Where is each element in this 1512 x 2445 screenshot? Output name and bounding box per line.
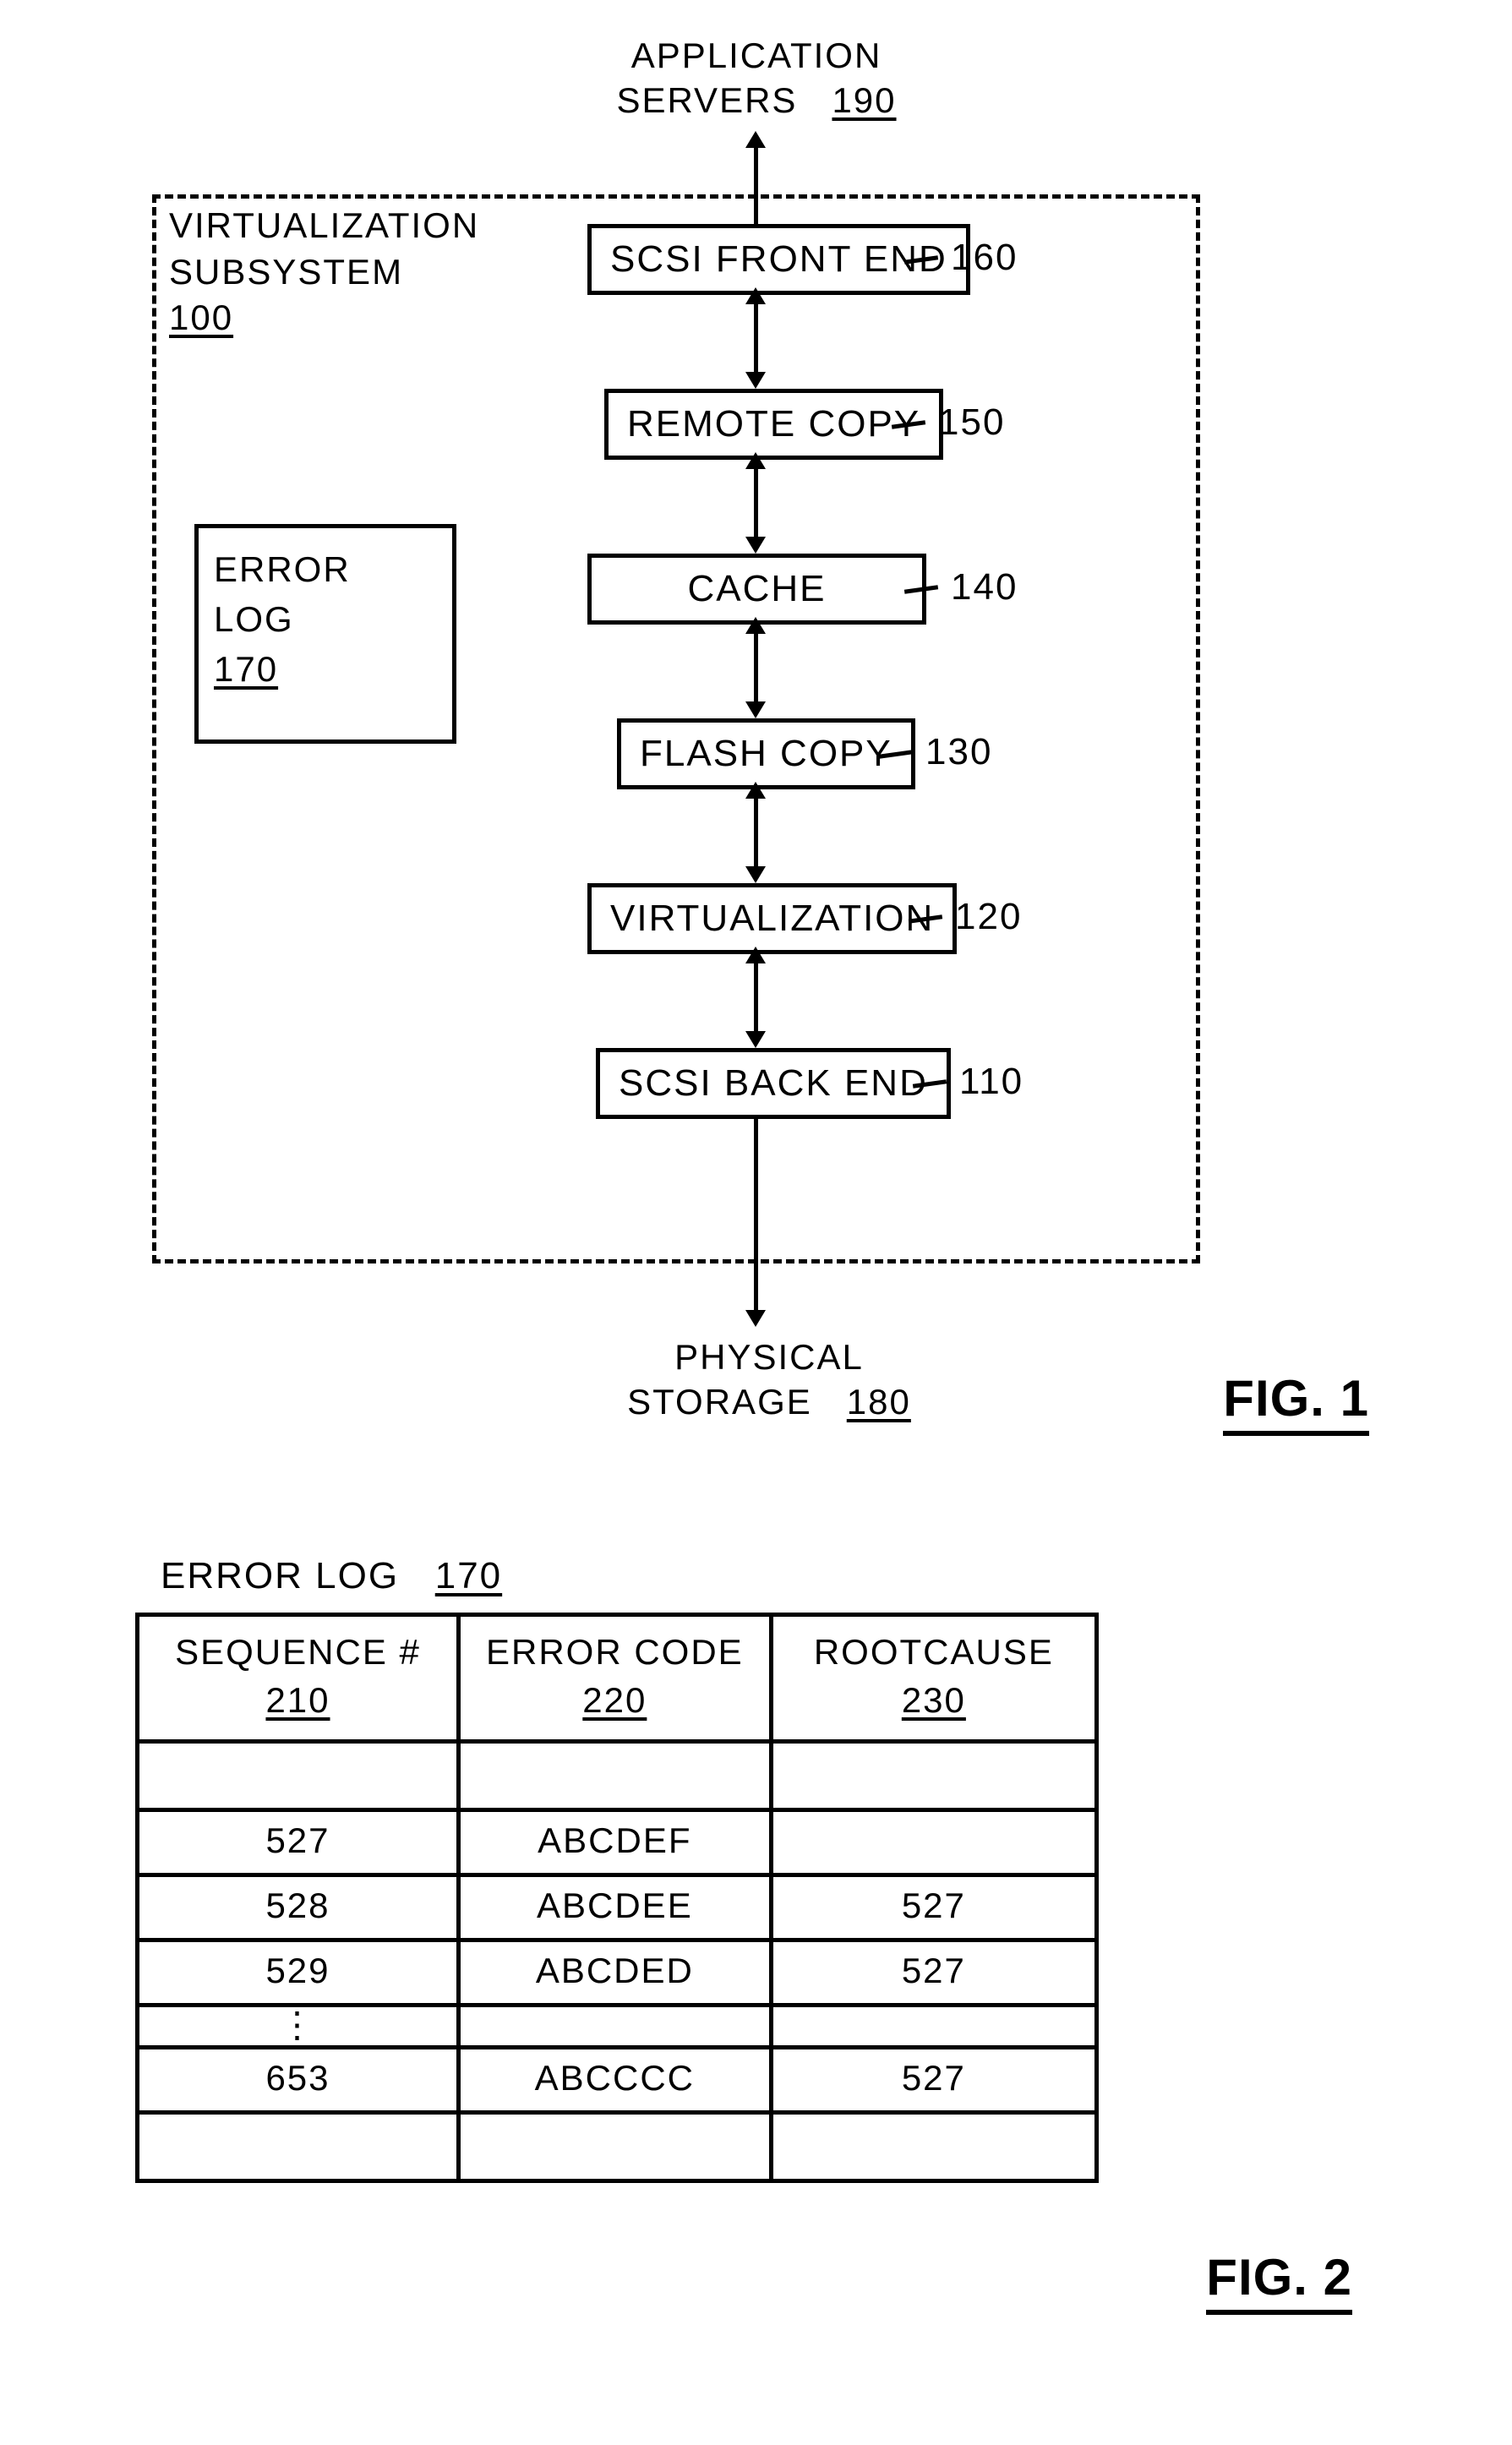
arrowhead-down-icon xyxy=(745,701,766,718)
block-virtualization: VIRTUALIZATION xyxy=(587,883,957,954)
error-log-title-text: ERROR LOG xyxy=(161,1555,399,1596)
connector xyxy=(754,1116,758,1318)
cell-seq: 527 xyxy=(138,1810,459,1875)
block-cache: CACHE xyxy=(587,554,926,625)
block-label: FLASH COPY xyxy=(640,733,892,774)
header-ref: 230 xyxy=(902,1680,966,1720)
physical-storage-label: PHYSICAL STORAGE 180 xyxy=(566,1335,972,1424)
error-log-ref: 170 xyxy=(214,649,278,689)
figure-1: APPLICATION SERVERS 190 VIRTUALIZATION S… xyxy=(118,34,1386,1471)
cell-root xyxy=(771,1742,1096,1810)
arrowhead-up-icon xyxy=(745,131,766,148)
cell-root xyxy=(771,2113,1096,2181)
block-ref: 110 xyxy=(959,1061,1023,1103)
cell-seq: 529 xyxy=(138,1940,459,2006)
cell-seq: 528 xyxy=(138,1875,459,1940)
header-error-code: ERROR CODE 220 xyxy=(458,1615,771,1742)
subsystem-ref: 100 xyxy=(169,297,233,337)
virtualization-subsystem-label: VIRTUALIZATION SUBSYSTEM 100 xyxy=(169,203,479,341)
header-label: ROOTCAUSE xyxy=(814,1632,1054,1672)
block-label: CACHE xyxy=(687,568,826,609)
arrowhead-down-icon xyxy=(745,1310,766,1327)
header-ref: 220 xyxy=(582,1680,647,1720)
arrowhead-down-icon xyxy=(745,537,766,554)
table-row: 653 ABCCCC 527 xyxy=(138,2048,1097,2113)
application-servers-label: APPLICATION SERVERS 190 xyxy=(587,34,925,123)
cell-seq xyxy=(138,2113,459,2181)
cell-seq-ellipsis: ⋮ xyxy=(138,2006,459,2048)
error-log-table: SEQUENCE # 210 ERROR CODE 220 ROOTCAUSE … xyxy=(135,1613,1099,2183)
cell-err: ABCDEE xyxy=(458,1875,771,1940)
table-row xyxy=(138,1742,1097,1810)
block-scsi-back-end: SCSI BACK END xyxy=(596,1048,951,1119)
phys-ref: 180 xyxy=(847,1382,911,1422)
block-ref: 120 xyxy=(955,896,1022,938)
figure-1-caption: FIG. 1 xyxy=(1223,1369,1369,1436)
block-flash-copy: FLASH COPY xyxy=(617,718,915,789)
block-ref: 130 xyxy=(925,731,992,773)
cell-err: ABCCCC xyxy=(458,2048,771,2113)
cell-root xyxy=(771,1810,1096,1875)
cell-err: ABCDED xyxy=(458,1940,771,2006)
error-log-label: ERROR LOG xyxy=(214,549,351,639)
cell-root: 527 xyxy=(771,1875,1096,1940)
table-row: 527 ABCDEF xyxy=(138,1810,1097,1875)
error-log-table-title: ERROR LOG 170 xyxy=(161,1555,1403,1597)
app-servers-line2: SERVERS xyxy=(616,80,797,120)
cell-err xyxy=(458,2006,771,2048)
connector xyxy=(754,456,758,549)
table-body: 527 ABCDEF 528 ABCDEE 527 529 ABCDED 527… xyxy=(138,1742,1097,2181)
table-row: ⋮ xyxy=(138,2006,1097,2048)
connector xyxy=(754,621,758,714)
figure-2: ERROR LOG 170 SEQUENCE # 210 ERROR CODE … xyxy=(135,1555,1403,2400)
block-ref: 150 xyxy=(938,401,1005,444)
cell-seq xyxy=(138,1742,459,1810)
block-ref: 140 xyxy=(951,566,1018,609)
table-row: 529 ABCDED 527 xyxy=(138,1940,1097,2006)
cell-root: 527 xyxy=(771,2048,1096,2113)
arrowhead-down-icon xyxy=(745,866,766,883)
app-servers-ref: 190 xyxy=(832,80,896,120)
table-row xyxy=(138,2113,1097,2181)
cell-seq: 653 xyxy=(138,2048,459,2113)
connector xyxy=(754,292,758,385)
arrowhead-down-icon xyxy=(745,372,766,389)
block-label: VIRTUALIZATION xyxy=(610,898,934,939)
subsystem-line1: VIRTUALIZATION xyxy=(169,205,479,245)
arrowhead-up-icon xyxy=(745,782,766,799)
connector xyxy=(754,786,758,879)
arrowhead-up-icon xyxy=(745,287,766,304)
cell-err xyxy=(458,2113,771,2181)
phys-line1: PHYSICAL xyxy=(674,1337,864,1377)
cell-err: ABCDEF xyxy=(458,1810,771,1875)
block-label: SCSI FRONT END xyxy=(610,238,947,280)
app-servers-line1: APPLICATION xyxy=(631,35,882,75)
arrowhead-down-icon xyxy=(745,1031,766,1048)
arrowhead-up-icon xyxy=(745,617,766,634)
header-label: ERROR CODE xyxy=(486,1632,744,1672)
error-log-title-ref: 170 xyxy=(435,1555,502,1596)
header-rootcause: ROOTCAUSE 230 xyxy=(771,1615,1096,1742)
connector xyxy=(754,135,758,224)
block-ref: 160 xyxy=(951,237,1018,279)
arrowhead-up-icon xyxy=(745,947,766,963)
phys-line2: STORAGE xyxy=(627,1382,812,1422)
block-label: SCSI BACK END xyxy=(619,1062,928,1104)
arrowhead-up-icon xyxy=(745,452,766,469)
figure-2-caption: FIG. 2 xyxy=(1206,2248,1352,2315)
cell-root xyxy=(771,2006,1096,2048)
cell-err xyxy=(458,1742,771,1810)
table-header-row: SEQUENCE # 210 ERROR CODE 220 ROOTCAUSE … xyxy=(138,1615,1097,1742)
header-sequence: SEQUENCE # 210 xyxy=(138,1615,459,1742)
header-ref: 210 xyxy=(265,1680,330,1720)
block-label: REMOTE COPY xyxy=(627,403,920,445)
error-log-box: ERROR LOG 170 xyxy=(194,524,456,744)
connector xyxy=(754,951,758,1044)
subsystem-line2: SUBSYSTEM xyxy=(169,252,403,292)
cell-root: 527 xyxy=(771,1940,1096,2006)
header-label: SEQUENCE # xyxy=(175,1632,421,1672)
table-row: 528 ABCDEE 527 xyxy=(138,1875,1097,1940)
